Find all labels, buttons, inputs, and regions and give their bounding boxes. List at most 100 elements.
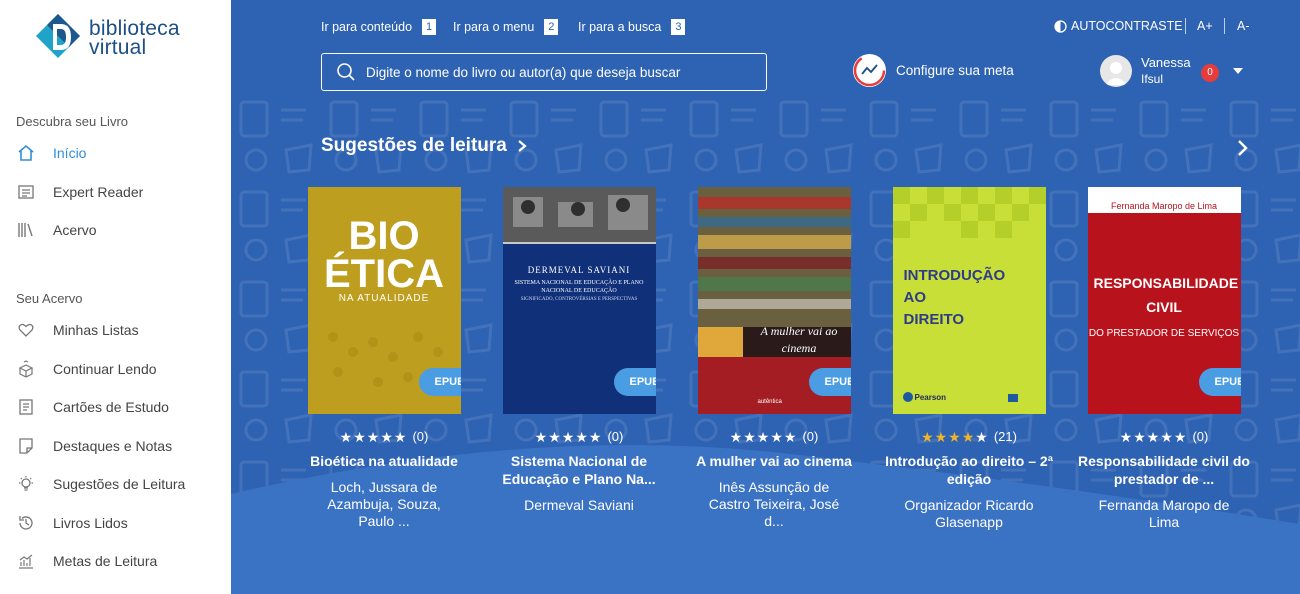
brand-line2: virtual — [89, 36, 147, 59]
sidebar-item-label: Sugestões de Leitura — [53, 476, 186, 492]
section-title[interactable]: Sugestões de leitura — [321, 135, 527, 157]
cover-subtitle: NA ATUALIDADE — [338, 293, 430, 304]
sidebar-item-metas-leitura[interactable]: Metas de Leitura — [0, 544, 231, 578]
autocontrast-toggle[interactable]: AUTOCONTRASTE — [1054, 19, 1183, 33]
search-box[interactable] — [321, 53, 767, 91]
star-empty-icon: ★ — [975, 428, 988, 445]
note-icon — [16, 436, 36, 456]
cover-subtitle: SIGNIFICADO, CONTROVÉRSIAS E PERSPECTIVA… — [520, 297, 638, 302]
star-empty-icon: ★ — [1119, 428, 1133, 445]
sidebar-item-sugestoes-leitura[interactable]: Sugestões de Leitura — [0, 467, 231, 501]
book-author: Fernanda Maropo de Lima — [1098, 497, 1230, 530]
book-author: Organizador Ricardo Glasenapp — [904, 497, 1034, 530]
book-title[interactable]: A mulher vai ao cinema — [684, 452, 864, 470]
book-author: Dermeval Saviani — [524, 497, 634, 513]
skip-to-search-link[interactable]: Ir para a busca 3 — [578, 19, 686, 35]
divider — [1224, 18, 1225, 34]
book-rating: ★ ★ ★ ★ ★ (0) — [1074, 429, 1254, 444]
cover-title: RESPONSABILIDADE CIVIL — [1093, 275, 1239, 315]
sidebar-item-label: Expert Reader — [53, 184, 144, 200]
book-card[interactable]: BIO ÉTICA NA ATUALIDADE EPUB ★★★★★ (0) B… — [294, 187, 474, 530]
autocontrast-label: AUTOCONTRASTE — [1071, 19, 1183, 33]
book-title[interactable]: Introdução ao direito – 2ª edição — [879, 452, 1059, 488]
star-rating: ★ ★ ★ ★ ★ — [730, 430, 797, 444]
book-card[interactable]: Fernanda Maropo de Lima RESPONSABILIDADE… — [1074, 187, 1254, 531]
cover-title: SISTEMA NACIONAL DE EDUCAÇÃO E PLANO NAC… — [514, 280, 644, 294]
sidebar-item-expert-reader[interactable]: Expert Reader — [0, 175, 231, 209]
home-icon — [16, 143, 36, 163]
carousel-next-icon[interactable] — [1236, 138, 1250, 158]
avatar — [1100, 55, 1132, 87]
star-empty-icon: ★ — [1160, 428, 1173, 445]
review-count: (0) — [802, 429, 819, 444]
star-empty-icon: ★ — [743, 428, 756, 445]
star-empty-icon: ★ — [353, 428, 366, 445]
font-increase-label: A+ — [1197, 19, 1213, 33]
star-empty-icon: ★ — [339, 428, 353, 445]
book-card[interactable]: DERMEVAL SAVIANI SISTEMA NACIONAL DE EDU… — [489, 187, 669, 514]
star-empty-icon: ★ — [770, 428, 783, 445]
star-empty-icon: ★ — [1133, 428, 1146, 445]
font-decrease-button[interactable]: A- — [1237, 19, 1250, 33]
cover-title: BIO ÉTICA — [324, 214, 444, 296]
expert-reader-icon — [16, 182, 36, 202]
format-badge: EPUB — [808, 368, 851, 396]
font-increase-button[interactable]: A+ — [1197, 19, 1213, 33]
font-decrease-label: A- — [1237, 19, 1250, 33]
star-empty-icon: ★ — [366, 428, 380, 445]
skip-to-menu-link[interactable]: Ir para o menu 2 — [453, 19, 559, 35]
book-author: Loch, Jussara de Azambuja, Souza, Paulo … — [327, 479, 441, 529]
user-menu[interactable]: Vanessa Ifsul 0 — [1100, 55, 1243, 87]
skip-link-label: Ir para o menu — [453, 20, 535, 34]
book-title[interactable]: Bioética na atualidade — [294, 452, 474, 470]
star-rating: ★ ★ ★ ★ ★ — [1120, 430, 1187, 444]
star-empty-icon: ★ — [588, 428, 602, 445]
star-empty-icon: ★ — [561, 428, 575, 445]
sidebar: biblioteca virtual Descubra seu Livro In… — [0, 0, 231, 594]
review-count: (21) — [993, 429, 1017, 444]
book-cover[interactable]: Fernanda Maropo de Lima RESPONSABILIDADE… — [1087, 187, 1241, 414]
book-card[interactable]: A mulher vai ao cinema autêntica EPUB ★★… — [684, 187, 864, 530]
library-icon — [16, 220, 36, 240]
user-name: Vanessa — [1141, 55, 1191, 70]
contrast-icon — [1054, 19, 1067, 33]
book-rating: ★ ★ ★ ★ ★ (0) — [684, 429, 864, 444]
star-empty-icon: ★ — [783, 428, 797, 445]
sidebar-item-label: Minhas Listas — [53, 322, 139, 338]
chevron-down-icon[interactable] — [1233, 68, 1243, 74]
sidebar-item-minhas-listas[interactable]: Minhas Listas — [0, 313, 231, 347]
book-cover[interactable]: DERMEVAL SAVIANI SISTEMA NACIONAL DE EDU… — [502, 187, 656, 414]
format-badge: EPUB — [418, 368, 461, 396]
main-content: Ir para conteúdo 1 Ir para o menu 2 Ir p… — [231, 0, 1300, 594]
book-card[interactable]: INTRODUÇÃO AO DIREITO Pearson ★ ★ ★ ★ ★ (21)… — [879, 187, 1059, 531]
sidebar-item-inicio[interactable]: Início — [0, 136, 231, 170]
brand-name: biblioteca virtual — [89, 18, 180, 59]
star-filled-icon: ★ — [934, 428, 948, 445]
book-title[interactable]: Responsabilidade civil do prestador de .… — [1074, 452, 1254, 488]
cover-publisher: autêntica — [757, 399, 782, 405]
configure-goal-button[interactable]: Configure sua meta — [853, 54, 1014, 87]
book-cover[interactable]: BIO ÉTICA NA ATUALIDADE EPUB — [307, 187, 461, 414]
user-org: Ifsul — [1141, 72, 1164, 86]
sidebar-item-acervo[interactable]: Acervo — [0, 213, 231, 247]
search-input[interactable] — [366, 64, 756, 80]
sidebar-item-label: Livros Lidos — [53, 515, 128, 531]
goal-icon — [853, 54, 886, 87]
sidebar-item-livros-lidos[interactable]: Livros Lidos — [0, 506, 231, 540]
sidebar-section-collection: Seu Acervo — [16, 291, 83, 306]
skip-to-content-link[interactable]: Ir para conteúdo 1 — [321, 19, 437, 35]
review-count: (0) — [1192, 429, 1209, 444]
brand-logo[interactable]: biblioteca virtual — [33, 12, 180, 64]
book-cover[interactable]: A mulher vai ao cinema autêntica EPUB — [697, 187, 851, 414]
notification-badge[interactable]: 0 — [1201, 64, 1219, 82]
chevron-right-icon — [518, 140, 527, 152]
sidebar-item-destaques-notas[interactable]: Destaques e Notas — [0, 429, 231, 463]
book-title[interactable]: Sistema Nacional de Educação e Plano Na.… — [489, 452, 669, 488]
sidebar-item-cartoes-estudo[interactable]: Cartões de Estudo — [0, 390, 231, 424]
cover-title: A mulher vai ao cinema — [760, 324, 838, 355]
sidebar-item-continuar-lendo[interactable]: Continuar Lendo — [0, 352, 231, 386]
logo-icon — [36, 14, 80, 58]
star-rating: ★ ★ ★ ★ ★ — [921, 430, 988, 444]
sidebar-item-label: Continuar Lendo — [53, 361, 157, 377]
book-cover[interactable]: INTRODUÇÃO AO DIREITO Pearson — [892, 187, 1046, 414]
